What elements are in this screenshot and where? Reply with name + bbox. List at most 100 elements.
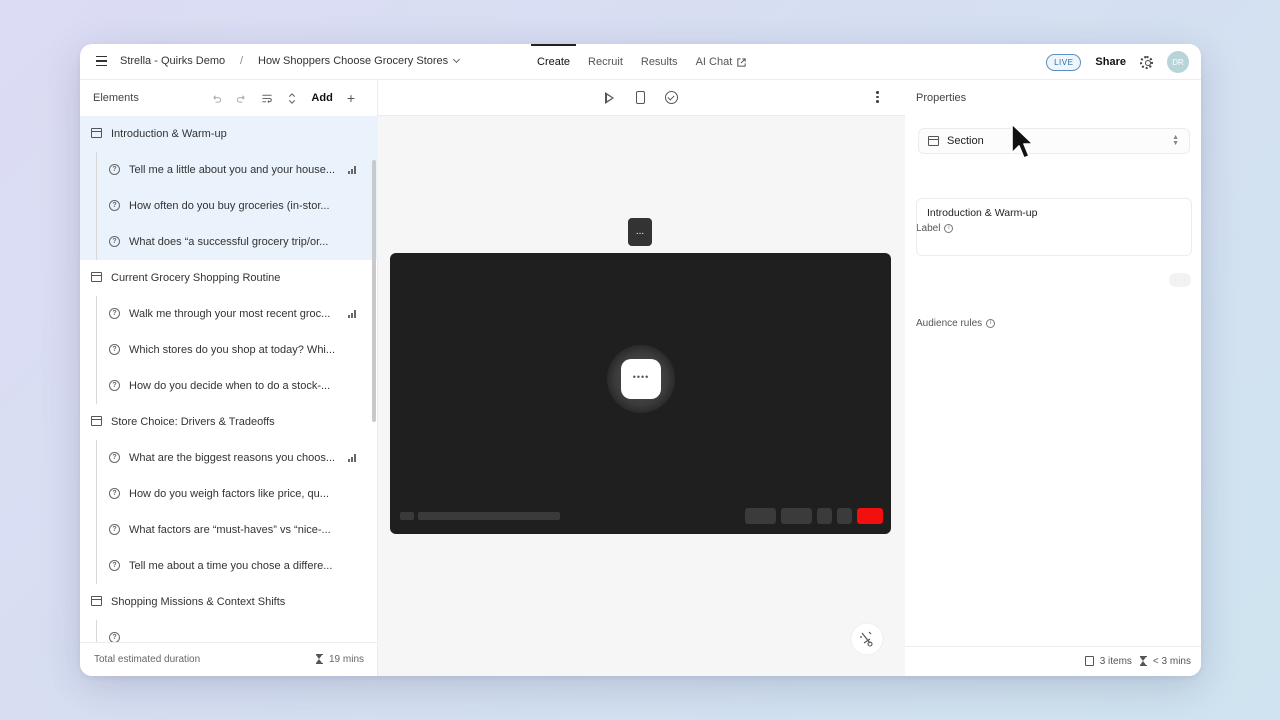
section-label: Introduction & Warm-up (111, 128, 227, 140)
properties-title: Properties (916, 92, 967, 104)
question-row-partial[interactable]: ? (80, 620, 378, 642)
redo-icon[interactable] (236, 93, 247, 104)
main-tabs: Create Recruit Results AI Chat (528, 44, 756, 80)
elements-panel: Elements Add + Introduction & Warm-up ? T… (80, 80, 378, 676)
question-row[interactable]: ? How do you weigh factors like price, qu… (80, 476, 378, 512)
tab-ai-chat-label: AI Chat (695, 56, 733, 68)
question-label: What factors are “must-haves” vs “nice-.… (129, 524, 331, 536)
plus-icon[interactable]: + (347, 90, 355, 106)
question-icon: ? (109, 524, 120, 535)
items-count-text: 3 items (1099, 656, 1132, 667)
section-duration: < 3 mins (1139, 656, 1191, 667)
speech-bubble: ... (628, 218, 652, 246)
question-row[interactable]: ? How often do you buy groceries (in-stor… (80, 188, 378, 224)
expand-collapse-icon[interactable] (287, 92, 297, 104)
hourglass-icon (315, 654, 323, 665)
video-avatar: •••• (621, 359, 661, 399)
stats-icon (348, 454, 358, 462)
breadcrumb-study[interactable]: How Shoppers Choose Grocery Stores (258, 55, 461, 67)
question-icon: ? (109, 488, 120, 499)
elements-header: Elements Add + (80, 80, 377, 116)
video-control-button[interactable] (781, 508, 812, 524)
info-icon[interactable]: i (986, 319, 996, 328)
study-title: How Shoppers Choose Grocery Stores (258, 55, 449, 67)
play-icon[interactable] (605, 92, 614, 104)
external-link-icon (737, 57, 746, 67)
section-label: Store Choice: Drivers & Tradeoffs (111, 416, 275, 428)
question-icon: ? (109, 632, 120, 642)
question-row[interactable]: ? Tell me a little about you and your hou… (80, 152, 378, 188)
question-row[interactable]: ? What are the biggest reasons you choos.… (80, 440, 378, 476)
tab-recruit[interactable]: Recruit (579, 44, 632, 80)
elements-scrollbar[interactable] (372, 160, 376, 422)
question-label: How do you weigh factors like price, qu.… (129, 488, 329, 500)
element-type-value: Section (947, 135, 984, 147)
elements-title: Elements (93, 92, 139, 104)
question-label: What does “a successful grocery trip/or.… (129, 236, 329, 248)
wrap-lines-icon[interactable] (261, 93, 273, 104)
video-control-button[interactable] (817, 508, 832, 524)
preview-canvas: ... •••• (378, 80, 905, 676)
stats-icon (348, 166, 358, 174)
label-input[interactable]: Introduction & Warm-up (916, 198, 1192, 256)
question-label: Tell me about a time you chose a differe… (129, 560, 333, 572)
undo-icon[interactable] (211, 93, 222, 104)
elements-tree: Introduction & Warm-up ? Tell me a little… (80, 116, 378, 642)
tab-results[interactable]: Results (632, 44, 687, 80)
tab-create-label: Create (537, 56, 571, 68)
gear-icon[interactable] (1140, 55, 1153, 69)
question-label: Which stores do you shop at today? Whi..… (129, 344, 336, 356)
mouse-cursor-icon (1011, 123, 1034, 159)
question-icon: ? (109, 380, 120, 391)
question-label: Tell me a little about you and your hous… (129, 164, 336, 176)
section-row[interactable]: Current Grocery Shopping Routine (80, 260, 378, 296)
tab-recruit-label: Recruit (588, 56, 623, 68)
section-label: Current Grocery Shopping Routine (111, 272, 281, 284)
question-row[interactable]: ? What factors are “must-haves” vs “nice-… (80, 512, 378, 548)
section-icon (91, 272, 102, 282)
tab-ai-chat[interactable]: AI Chat (687, 44, 757, 80)
section-row[interactable]: Shopping Missions & Context Shifts (80, 584, 378, 620)
items-count: 3 items (1084, 656, 1132, 667)
video-caption-bar (418, 512, 560, 520)
question-label: How do you decide when to do a stock-... (129, 380, 331, 392)
video-control-button[interactable] (745, 508, 776, 524)
audience-rules-toggle[interactable] (1169, 273, 1191, 287)
more-options-icon[interactable] (876, 91, 879, 105)
question-row[interactable]: ? Tell me about a time you chose a differ… (80, 548, 378, 584)
top-actions: LIVE Share DR (1046, 51, 1189, 73)
audience-rules-title: Audience rules i (916, 318, 996, 329)
question-icon: ? (109, 308, 120, 319)
question-icon: ? (109, 344, 120, 355)
element-type-select[interactable]: Section ▲ ▼ (918, 128, 1190, 154)
mobile-preview-icon[interactable] (636, 91, 645, 104)
duration-value: 19 mins (328, 654, 364, 665)
tab-create[interactable]: Create (528, 44, 579, 80)
section-row[interactable]: Store Choice: Drivers & Tradeoffs (80, 404, 378, 440)
section-label: Shopping Missions & Context Shifts (111, 596, 286, 608)
question-row[interactable]: ? What does “a successful grocery trip/or… (80, 224, 378, 260)
duration-total: 19 mins (315, 654, 364, 665)
share-button[interactable]: Share (1095, 56, 1126, 68)
items-icon (1084, 656, 1094, 667)
section-row[interactable]: Introduction & Warm-up (80, 116, 378, 152)
tab-results-label: Results (640, 56, 678, 68)
video-caption-icon (400, 512, 414, 520)
menu-icon[interactable] (96, 56, 107, 67)
end-call-button[interactable] (857, 508, 883, 524)
question-row[interactable]: ? Which stores do you shop at today? Whi.… (80, 332, 378, 368)
question-row[interactable]: ? How do you decide when to do a stock-..… (80, 368, 378, 404)
breadcrumb-project[interactable]: Strella - Quirks Demo (120, 55, 225, 67)
question-icon: ? (109, 164, 120, 175)
ai-assistant-icon[interactable] (850, 622, 884, 656)
video-control-button[interactable] (837, 508, 852, 524)
add-button[interactable]: Add (311, 92, 332, 104)
check-circle-icon[interactable] (665, 91, 678, 104)
breadcrumb-separator: / (240, 55, 244, 67)
top-bar: Strella - Quirks Demo / How Shoppers Cho… (80, 44, 1201, 80)
question-label: What are the biggest reasons you choos..… (129, 452, 336, 464)
properties-footer: 3 items < 3 mins (905, 646, 1201, 676)
audience-rules-text: Audience rules (916, 318, 983, 329)
avatar[interactable]: DR (1167, 51, 1189, 73)
question-row[interactable]: ? Walk me through your most recent groc..… (80, 296, 378, 332)
